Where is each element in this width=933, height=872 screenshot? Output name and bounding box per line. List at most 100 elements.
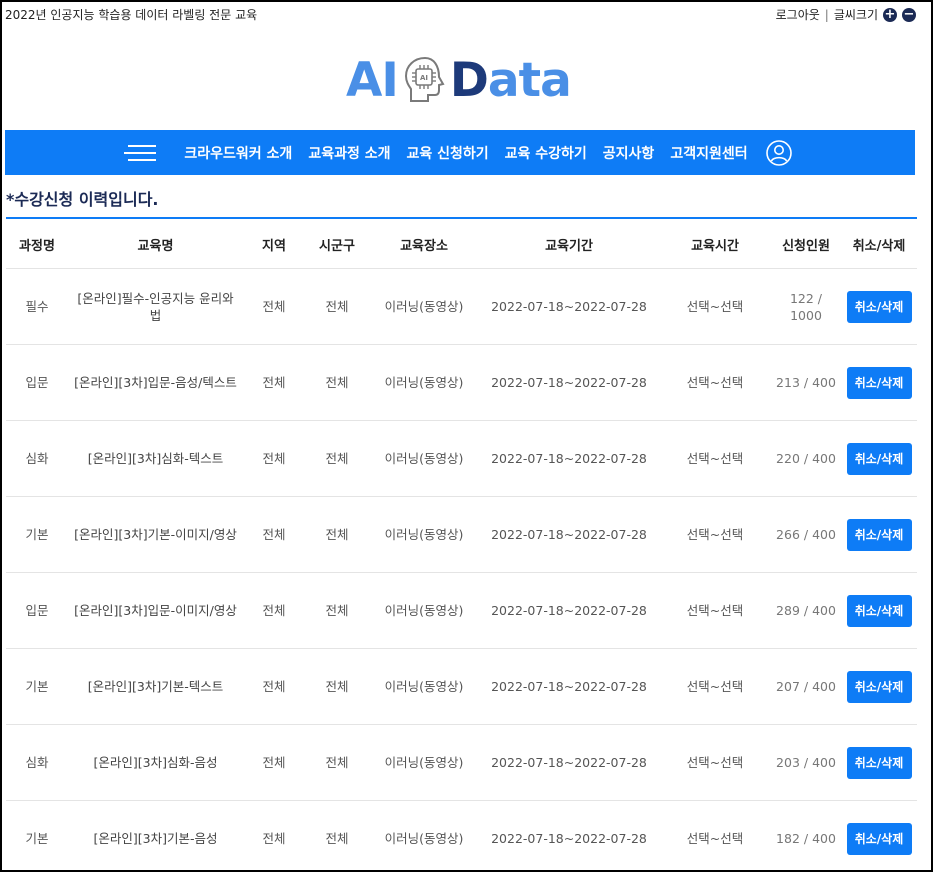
utility-links: 로그아웃 | 글씨크기 + − [776, 6, 916, 23]
cell-time: 선택~선택 [659, 344, 771, 421]
separator: | [824, 7, 829, 22]
cell-count: 220 / 400 [771, 420, 841, 497]
header-count: 신청인원 [771, 220, 841, 269]
cancel-delete-button[interactable]: 취소/삭제 [846, 518, 912, 551]
table-row: 입문 [온라인][3차]입문-이미지/영상 전체 전체 이러닝(동영상) 202… [6, 572, 917, 649]
cell-action: 취소/삭제 [841, 268, 917, 345]
cell-course: 필수 [6, 268, 68, 345]
cancel-delete-button[interactable]: 취소/삭제 [846, 822, 912, 855]
header-course: 과정명 [6, 220, 68, 269]
nav-item-apply[interactable]: 교육 신청하기 [406, 143, 488, 163]
nav-item-attend[interactable]: 교육 수강하기 [505, 143, 587, 163]
cell-district: 전체 [305, 496, 369, 573]
cancel-delete-button[interactable]: 취소/삭제 [846, 290, 912, 323]
table-row: 기본 [온라인][3차]기본-음성 전체 전체 이러닝(동영상) 2022-07… [6, 800, 917, 870]
logout-link[interactable]: 로그아웃 [776, 6, 820, 23]
cancel-delete-button[interactable]: 취소/삭제 [846, 442, 912, 475]
cell-place: 이러닝(동영상) [369, 648, 479, 725]
cell-district: 전체 [305, 344, 369, 421]
cell-place: 이러닝(동영상) [369, 268, 479, 345]
cell-count: 266 / 400 [771, 496, 841, 573]
cell-name: [온라인][3차]입문-이미지/영상 [68, 572, 243, 649]
cell-course: 기본 [6, 496, 68, 573]
cell-district: 전체 [305, 724, 369, 801]
logo-data-initial: D [449, 52, 489, 108]
cell-name: [온라인][3차]기본-텍스트 [68, 648, 243, 725]
logo-data-text: Data [449, 52, 572, 108]
cell-time: 선택~선택 [659, 800, 771, 870]
cell-action: 취소/삭제 [841, 572, 917, 649]
cell-place: 이러닝(동영상) [369, 800, 479, 870]
table-row: 심화 [온라인][3차]심화-텍스트 전체 전체 이러닝(동영상) 2022-0… [6, 420, 917, 497]
cell-district: 전체 [305, 800, 369, 870]
cell-period: 2022-07-18~2022-07-28 [479, 268, 659, 345]
cell-region: 전체 [243, 648, 305, 725]
nav-item-crowdworker[interactable]: 크라우드워커 소개 [184, 143, 292, 163]
cell-period: 2022-07-18~2022-07-28 [479, 800, 659, 870]
cell-period: 2022-07-18~2022-07-28 [479, 496, 659, 573]
nav-item-notice[interactable]: 공지사항 [603, 143, 655, 163]
cell-period: 2022-07-18~2022-07-28 [479, 724, 659, 801]
user-profile-icon[interactable] [765, 139, 792, 166]
cell-time: 선택~선택 [659, 496, 771, 573]
cancel-delete-button[interactable]: 취소/삭제 [846, 746, 912, 779]
logo-data-rest: ata [487, 52, 572, 108]
cell-count: 203 / 400 [771, 724, 841, 801]
header-name: 교육명 [68, 220, 243, 269]
enrollment-history-table: 과정명 교육명 지역 시군구 교육장소 교육기간 교육시간 신청인원 취소/삭제… [6, 220, 917, 870]
cell-name: [온라인][3차]심화-텍스트 [68, 420, 243, 497]
cancel-delete-button[interactable]: 취소/삭제 [846, 366, 912, 399]
cell-period: 2022-07-18~2022-07-28 [479, 344, 659, 421]
site-title: 2022년 인공지능 학습용 데이터 라벨링 전문 교육 [5, 8, 258, 22]
nav-item-course-intro[interactable]: 교육과정 소개 [308, 143, 390, 163]
header-region: 지역 [243, 220, 305, 269]
cell-course: 기본 [6, 800, 68, 870]
site-logo[interactable]: AI AI Data [346, 50, 578, 110]
cell-district: 전체 [305, 572, 369, 649]
table-row: 심화 [온라인][3차]심화-음성 전체 전체 이러닝(동영상) 2022-07… [6, 724, 917, 801]
cell-action: 취소/삭제 [841, 724, 917, 801]
cell-district: 전체 [305, 648, 369, 725]
cell-region: 전체 [243, 724, 305, 801]
cell-region: 전체 [243, 572, 305, 649]
cell-name: [온라인]필수-인공지능 윤리와 법 [68, 268, 243, 345]
chip-label: AI [420, 74, 428, 82]
cell-name: [온라인][3차]입문-음성/텍스트 [68, 344, 243, 421]
cell-action: 취소/삭제 [841, 496, 917, 573]
cell-count: 182 / 400 [771, 800, 841, 870]
cell-period: 2022-07-18~2022-07-28 [479, 572, 659, 649]
hamburger-menu-icon[interactable] [124, 144, 157, 161]
nav-item-support[interactable]: 고객지원센터 [670, 143, 747, 163]
font-size-label: 글씨크기 [833, 8, 878, 22]
cell-course: 입문 [6, 572, 68, 649]
cell-period: 2022-07-18~2022-07-28 [479, 648, 659, 725]
table-row: 필수 [온라인]필수-인공지능 윤리와 법 전체 전체 이러닝(동영상) 202… [6, 268, 917, 345]
cell-action: 취소/삭제 [841, 420, 917, 497]
cell-name: [온라인][3차]기본-이미지/영상 [68, 496, 243, 573]
cell-count: 122 / 1000 [771, 268, 841, 345]
cell-count: 207 / 400 [771, 648, 841, 725]
cancel-delete-button[interactable]: 취소/삭제 [846, 670, 912, 703]
header-time: 교육시간 [659, 220, 771, 269]
font-increase-icon[interactable]: + [883, 7, 897, 22]
cell-place: 이러닝(동영상) [369, 496, 479, 573]
cell-region: 전체 [243, 268, 305, 345]
font-decrease-icon[interactable]: − [902, 7, 916, 22]
header-action: 취소/삭제 [841, 220, 917, 269]
table-row: 입문 [온라인][3차]입문-음성/텍스트 전체 전체 이러닝(동영상) 202… [6, 344, 917, 421]
cell-region: 전체 [243, 344, 305, 421]
cell-place: 이러닝(동영상) [369, 724, 479, 801]
cell-time: 선택~선택 [659, 268, 771, 345]
section-divider [6, 217, 917, 219]
browser-frame: 2022년 인공지능 학습용 데이터 라벨링 전문 교육 로그아웃 | 글씨크기… [0, 0, 933, 872]
cell-name: [온라인][3차]기본-음성 [68, 800, 243, 870]
cell-action: 취소/삭제 [841, 344, 917, 421]
cell-course: 입문 [6, 344, 68, 421]
header-period: 교육기간 [479, 220, 659, 269]
cell-course: 기본 [6, 648, 68, 725]
cell-time: 선택~선택 [659, 420, 771, 497]
cancel-delete-button[interactable]: 취소/삭제 [846, 594, 912, 627]
cell-count: 213 / 400 [771, 344, 841, 421]
cell-place: 이러닝(동영상) [369, 420, 479, 497]
cell-place: 이러닝(동영상) [369, 344, 479, 421]
